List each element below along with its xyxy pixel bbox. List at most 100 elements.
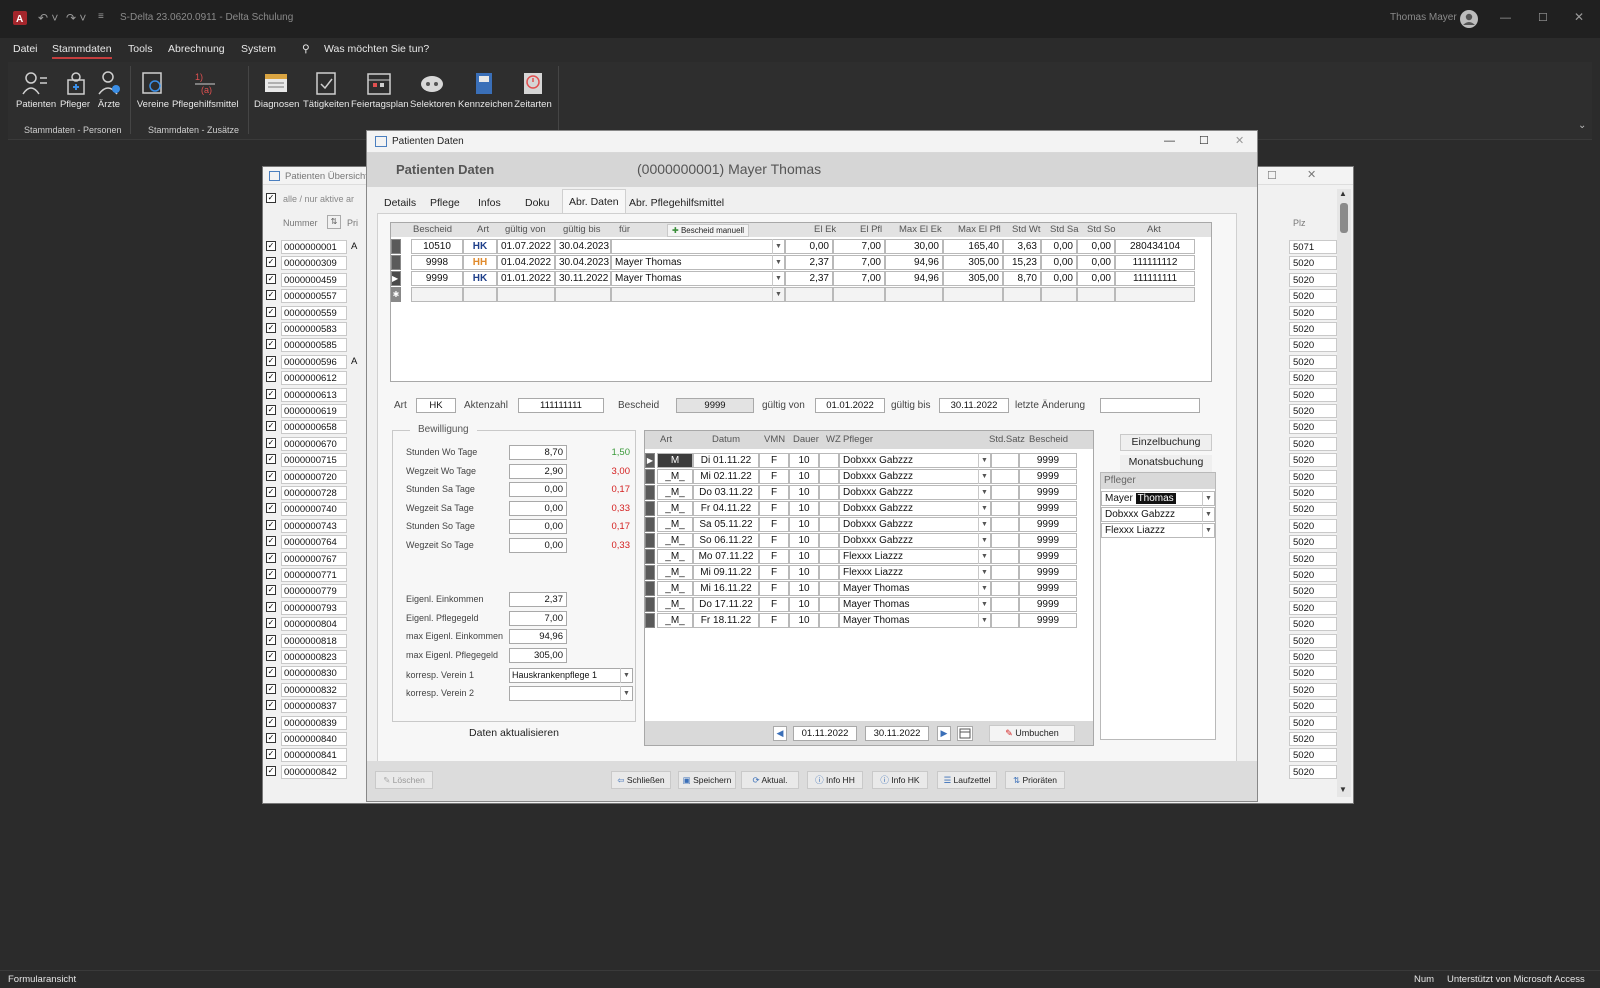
- record-selector[interactable]: [391, 255, 401, 270]
- new-row-cell[interactable]: [411, 287, 463, 302]
- row-checkbox[interactable]: ✓: [266, 585, 276, 596]
- booking-cell-bescheid[interactable]: 9999: [1019, 581, 1077, 596]
- footer-button-5[interactable]: ⓘ Info HK: [872, 771, 928, 789]
- booking-cell-datum[interactable]: Fr 18.11.22: [693, 613, 759, 628]
- booking-cell-vmn[interactable]: F: [759, 485, 789, 500]
- new-row-cell[interactable]: [785, 287, 833, 302]
- chevron-down-icon[interactable]: ▼: [978, 549, 990, 564]
- booking-cell-std[interactable]: [991, 501, 1019, 516]
- patient-plz[interactable]: 5020: [1289, 617, 1337, 632]
- menu-stammdaten[interactable]: Stammdaten: [52, 43, 112, 59]
- selektoren-button[interactable]: Selektoren: [410, 64, 455, 110]
- gueltig-von-field[interactable]: 01.01.2022: [815, 398, 885, 413]
- row-checkbox[interactable]: ✓: [266, 355, 276, 366]
- bescheid-cell-mpfl[interactable]: 165,40: [943, 239, 1003, 254]
- row-checkbox[interactable]: ✓: [266, 618, 276, 629]
- patient-number[interactable]: 0000000804: [281, 617, 347, 632]
- bescheid-cell-akt[interactable]: 111111111: [1115, 271, 1195, 286]
- record-selector[interactable]: ▶: [391, 271, 401, 286]
- vereine-button[interactable]: Vereine: [136, 64, 170, 110]
- record-selector[interactable]: ▶: [645, 453, 655, 468]
- booking-cell-wz[interactable]: [819, 565, 839, 580]
- new-row-cell[interactable]: [497, 287, 555, 302]
- patient-number[interactable]: 0000000740: [281, 502, 347, 517]
- chevron-down-icon[interactable]: ▼: [978, 485, 990, 500]
- row-checkbox[interactable]: ✓: [266, 765, 276, 776]
- bg-close-icon[interactable]: ✕: [1307, 168, 1316, 181]
- booking-cell-pfleger[interactable]: Dobxxx Gabzzz: [839, 485, 991, 500]
- booking-cell-dauer[interactable]: 10: [789, 485, 819, 500]
- bescheid-cell-ek[interactable]: 2,37: [785, 271, 833, 286]
- booking-cell-pfleger[interactable]: Dobxxx Gabzzz: [839, 453, 991, 468]
- bew-value[interactable]: 0,00: [509, 500, 567, 516]
- footer-button-2[interactable]: ▣ Speichern: [678, 771, 736, 789]
- patient-number[interactable]: 0000000557: [281, 289, 347, 304]
- bescheid-cell-sa[interactable]: 0,00: [1041, 255, 1077, 270]
- record-selector[interactable]: [645, 565, 655, 580]
- bescheid-cell-mek[interactable]: 94,96: [885, 271, 943, 286]
- row-checkbox[interactable]: ✓: [266, 487, 276, 497]
- booking-cell-art[interactable]: _M_: [657, 517, 693, 532]
- record-selector[interactable]: [645, 485, 655, 500]
- chevron-down-icon[interactable]: ▼: [1202, 523, 1214, 538]
- bescheid-cell-so[interactable]: 0,00: [1077, 271, 1115, 286]
- booking-cell-vmn[interactable]: F: [759, 517, 789, 532]
- patient-number[interactable]: 0000000459: [281, 272, 347, 287]
- verein2-select[interactable]: ▼: [509, 686, 633, 701]
- chevron-down-icon[interactable]: ▼: [772, 287, 784, 302]
- chevron-down-icon[interactable]: ▼: [978, 597, 990, 612]
- row-checkbox[interactable]: ✓: [266, 306, 276, 317]
- patient-number[interactable]: 0000000715: [281, 453, 347, 468]
- menu-system[interactable]: System: [241, 43, 276, 55]
- booking-cell-bescheid[interactable]: 9999: [1019, 549, 1077, 564]
- patient-plz[interactable]: 5020: [1289, 666, 1337, 681]
- patient-plz[interactable]: 5020: [1289, 371, 1337, 386]
- patient-number[interactable]: 0000000670: [281, 436, 347, 451]
- patient-number[interactable]: 0000000596: [281, 354, 347, 369]
- nav-from-field[interactable]: 01.11.2022: [793, 726, 857, 741]
- dialog-minimize-icon[interactable]: —: [1164, 135, 1175, 147]
- zeitarten-button[interactable]: Zeitarten: [513, 64, 553, 110]
- patient-plz[interactable]: 5020: [1289, 518, 1337, 533]
- bescheid-cell-mpfl[interactable]: 305,00: [943, 255, 1003, 270]
- aerzte-button[interactable]: Ärzte: [96, 64, 122, 110]
- patient-number[interactable]: 0000000842: [281, 764, 347, 779]
- patient-plz[interactable]: 5020: [1289, 256, 1337, 271]
- patient-plz[interactable]: 5020: [1289, 715, 1337, 730]
- booking-cell-std[interactable]: [991, 549, 1019, 564]
- new-row-cell[interactable]: [1003, 287, 1041, 302]
- daten-aktualisieren-button[interactable]: Daten aktualisieren: [392, 724, 636, 744]
- booking-cell-art[interactable]: _M_: [657, 613, 693, 628]
- patient-plz[interactable]: 5020: [1289, 568, 1337, 582]
- booking-cell-datum[interactable]: So 06.11.22: [693, 533, 759, 548]
- new-row-cell[interactable]: [555, 287, 611, 302]
- pfleger-button[interactable]: Pfleger: [57, 64, 93, 110]
- patient-plz[interactable]: 5020: [1289, 748, 1337, 763]
- footer-button-4[interactable]: ⓘ Info HH: [807, 771, 863, 789]
- booking-cell-wz[interactable]: [819, 453, 839, 468]
- pflegehilfsmittel-button[interactable]: 1) (a) Pflegehilfsmittel: [172, 64, 239, 110]
- aktenzahl-field[interactable]: 111111111: [518, 398, 604, 413]
- tab-doku[interactable]: Doku: [525, 197, 550, 209]
- bescheid-cell-wt[interactable]: 8,70: [1003, 271, 1041, 286]
- booking-cell-vmn[interactable]: F: [759, 453, 789, 468]
- booking-cell-art[interactable]: _M_: [657, 501, 693, 516]
- record-selector[interactable]: [645, 501, 655, 516]
- booking-cell-vmn[interactable]: F: [759, 565, 789, 580]
- collapse-ribbon-icon[interactable]: ⌄: [1578, 120, 1586, 131]
- patient-plz[interactable]: 5020: [1289, 584, 1337, 599]
- bew-value[interactable]: 0,00: [509, 537, 567, 553]
- kennzeichen-button[interactable]: Kennzeichen: [458, 64, 513, 110]
- bescheid-cell-sa[interactable]: 0,00: [1041, 239, 1077, 254]
- row-checkbox[interactable]: ✓: [266, 749, 276, 760]
- row-checkbox[interactable]: ✓: [266, 290, 276, 301]
- row-checkbox[interactable]: ✓: [266, 470, 276, 481]
- row-checkbox[interactable]: ✓: [266, 421, 276, 432]
- feiertagsplan-button[interactable]: Feiertagsplan: [351, 64, 409, 110]
- bescheid-cell-fuer[interactable]: Mayer Thomas: [611, 255, 785, 270]
- booking-cell-bescheid[interactable]: 9999: [1019, 533, 1077, 548]
- bescheid-cell-pfl[interactable]: 7,00: [833, 271, 885, 286]
- chevron-down-icon[interactable]: ▼: [620, 686, 632, 701]
- booking-cell-datum[interactable]: Mi 02.11.22: [693, 469, 759, 484]
- bescheid-cell-bis[interactable]: 30.04.2023: [555, 239, 611, 254]
